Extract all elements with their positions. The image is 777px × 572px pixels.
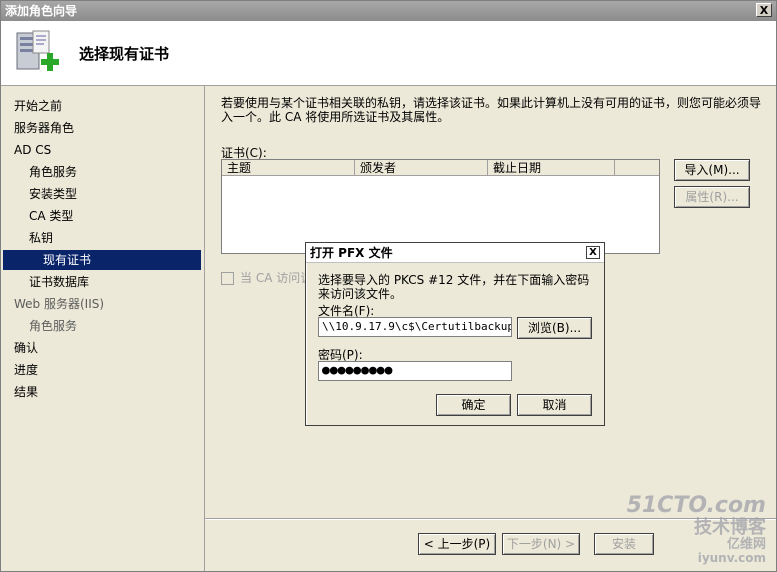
page-title: 选择现有证书 <box>79 45 170 63</box>
wizard-step-list: 开始之前 服务器角色 AD CS 角色服务 安装类型 CA 类型 私钥 现有证书… <box>1 86 205 571</box>
filename-input[interactable]: \\10.9.17.9\c$\Certutilbackup\b <box>318 317 512 337</box>
window-title: 添加角色向导 <box>5 4 78 18</box>
sidebar-item-progress[interactable]: 进度 <box>14 360 38 380</box>
sidebar-item-confirmation[interactable]: 确认 <box>14 338 38 358</box>
site-watermark: 51CTO.com 技术博客 亿维网 iyunv.com <box>627 494 766 565</box>
sidebar-item-iis-role-services[interactable]: 角色服务 <box>29 316 77 336</box>
column-header-subject[interactable]: 主题 <box>222 160 355 176</box>
column-header-expiration[interactable]: 截止日期 <box>488 160 615 176</box>
sidebar-item-ca-type[interactable]: CA 类型 <box>29 206 73 226</box>
previous-button[interactable]: < 上一步(P) <box>418 533 496 555</box>
import-button[interactable]: 导入(M)... <box>674 159 750 181</box>
dialog-titlebar: 打开 PFX 文件 X <box>306 243 604 263</box>
window-titlebar: 添加角色向导 X <box>1 1 776 21</box>
dialog-title: 打开 PFX 文件 <box>310 246 393 260</box>
sidebar-item-ad-cs[interactable]: AD CS <box>14 140 51 160</box>
certificate-list[interactable]: 主题 颁发者 截止日期 <box>221 159 660 254</box>
password-input[interactable]: ●●●●●●●●● <box>318 361 512 381</box>
add-roles-wizard-window: 添加角色向导 X 选择现有证书 开始之前 服务器角色 AD CS 角色服务 安装… <box>0 0 777 572</box>
dialog-close-button[interactable]: X <box>586 246 600 259</box>
watermark-line-3: 亿维网 <box>726 537 766 552</box>
watermark-line-4: iyunv.com <box>697 551 766 565</box>
sidebar-item-existing-certificate[interactable]: 现有证书 <box>3 250 201 270</box>
sidebar-item-role-services[interactable]: 角色服务 <box>29 162 77 182</box>
sidebar-item-web-server-iis[interactable]: Web 服务器(IIS) <box>14 294 104 314</box>
wizard-header: 选择现有证书 <box>1 21 776 86</box>
add-role-icon <box>16 30 59 71</box>
ca-access-checkbox[interactable] <box>221 272 234 285</box>
sidebar-item-results[interactable]: 结果 <box>14 382 38 402</box>
ca-access-checkbox-row[interactable]: 当 CA 访问该 <box>221 269 312 286</box>
browse-button[interactable]: 浏览(B)... <box>517 317 592 339</box>
sidebar-item-certificate-database[interactable]: 证书数据库 <box>29 272 89 292</box>
window-close-button[interactable]: X <box>756 3 772 17</box>
watermark-line-1: 51CTO.com <box>626 493 766 518</box>
description-text: 若要使用与某个证书相关联的私钥，请选择该证书。如果此计算机上没有可用的证书，则您… <box>221 96 762 124</box>
watermark-line-2: 技术博客 <box>694 517 766 538</box>
next-button[interactable]: 下一步(N) > <box>502 533 580 555</box>
properties-button[interactable]: 属性(R)... <box>674 186 750 208</box>
ca-access-checkbox-label: 当 CA 访问该 <box>240 271 313 285</box>
column-header-issuer[interactable]: 颁发者 <box>355 160 488 176</box>
ok-button[interactable]: 确定 <box>436 394 511 416</box>
dialog-instruction: 选择要导入的 PKCS #12 文件，并在下面输入密码来访问该文件。 <box>318 273 590 301</box>
sidebar-item-before-you-begin[interactable]: 开始之前 <box>14 96 62 116</box>
column-header-blank <box>615 160 659 176</box>
sidebar-item-server-roles[interactable]: 服务器角色 <box>14 118 74 138</box>
sidebar-item-setup-type[interactable]: 安装类型 <box>29 184 77 204</box>
sidebar-item-private-key[interactable]: 私钥 <box>29 228 53 248</box>
open-pfx-dialog: 打开 PFX 文件 X 选择要导入的 PKCS #12 文件，并在下面输入密码来… <box>305 242 605 426</box>
cancel-button[interactable]: 取消 <box>517 394 592 416</box>
